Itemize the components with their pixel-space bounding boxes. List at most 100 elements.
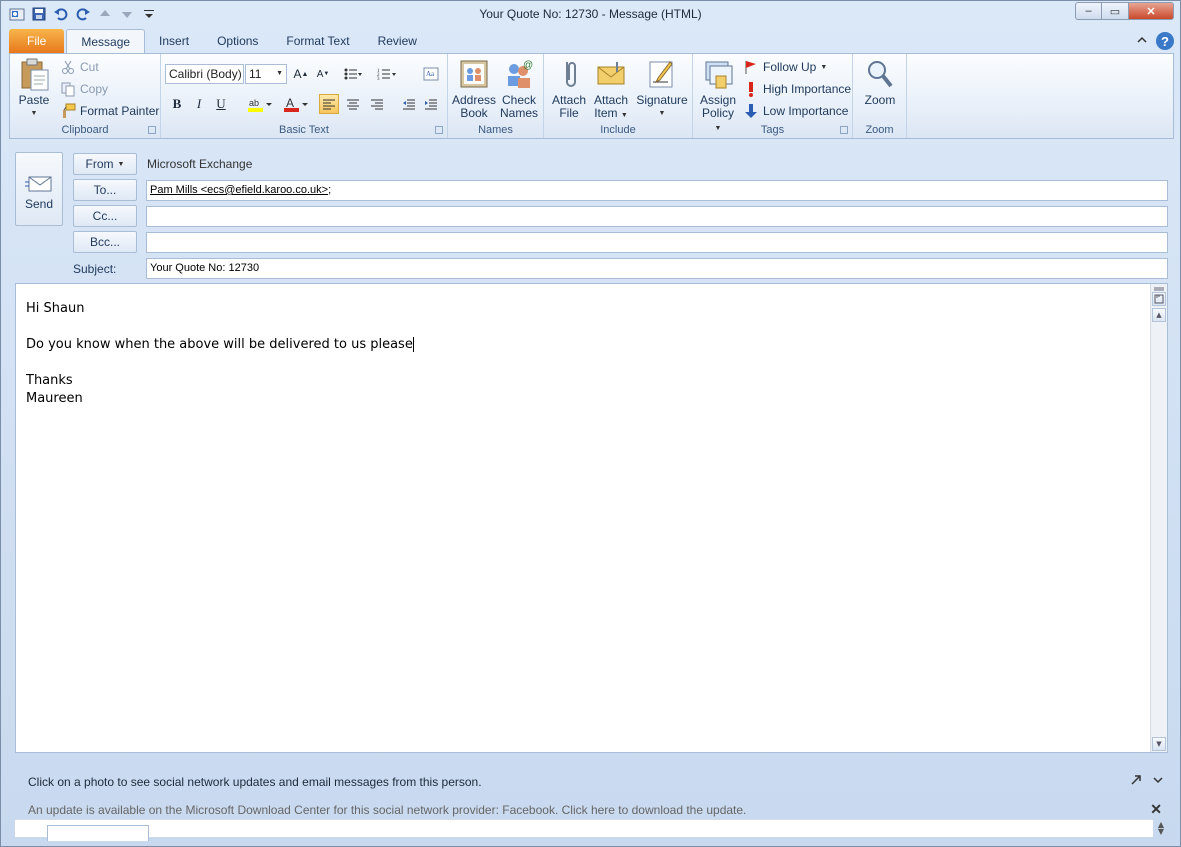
maximize-button[interactable]: ▭ — [1102, 2, 1129, 20]
format-painter-icon — [60, 103, 76, 119]
numbering-icon[interactable]: 123 — [377, 64, 397, 84]
clipboard-group: Paste ▼ Cut Copy Format Painter Clipboar… — [10, 54, 161, 138]
tab-format-text[interactable]: Format Text — [272, 29, 363, 53]
svg-text:A: A — [286, 96, 294, 110]
clipboard-group-label: Clipboard — [61, 124, 109, 136]
paste-label: Paste — [18, 93, 50, 107]
font-size-value: 11 — [249, 67, 262, 81]
zoom-button[interactable]: Zoom — [857, 58, 903, 107]
ribbon: Paste ▼ Cut Copy Format Painter Clipboar… — [9, 53, 1174, 139]
low-importance-icon — [743, 103, 759, 119]
include-group-label: Include — [600, 124, 636, 136]
body-text[interactable]: Hi Shaun Do you know when the above will… — [26, 300, 414, 408]
clipboard-launcher-icon[interactable] — [148, 126, 156, 134]
basic-text-group: Calibri (Body) 11 ▼ A ▲ A ▼ 123 Aa B I U a… — [161, 54, 448, 138]
ribbon-tabs: File Message Insert Options Format Text … — [9, 29, 431, 53]
collapse-pane-icon[interactable] — [1152, 774, 1164, 789]
underline-button[interactable]: U — [211, 94, 231, 114]
tags-group-label: Tags — [760, 124, 785, 136]
from-label: From — [85, 157, 114, 171]
send-button[interactable]: Send — [15, 152, 63, 226]
tab-review[interactable]: Review — [364, 29, 431, 53]
font-color-icon[interactable]: A — [281, 94, 311, 114]
people-pane-scroll-icon[interactable]: ▲ ▼ — [1158, 821, 1164, 836]
font-name-combo[interactable]: Calibri (Body) — [165, 64, 244, 84]
to-recipient[interactable]: Pam Mills <ecs@efield.karoo.co.uk> — [150, 184, 328, 196]
from-dropdown-icon: ▼ — [117, 160, 125, 168]
cut-label: Cut — [80, 60, 99, 74]
shrink-font-icon[interactable]: A ▼ — [313, 64, 333, 84]
scissors-icon — [60, 59, 76, 75]
align-right-button[interactable] — [367, 94, 387, 114]
tags-launcher-icon[interactable] — [840, 126, 848, 134]
cc-button[interactable]: Cc... — [73, 205, 137, 227]
svg-text:ab: ab — [249, 98, 259, 108]
zoom-group: Zoom Zoom — [853, 54, 907, 138]
italic-button[interactable]: I — [189, 94, 209, 114]
message-header: Send From ▼ Microsoft Exchange To... Pam… — [9, 141, 1174, 283]
zoom-group-label: Zoom — [865, 124, 894, 136]
signature-dropdown-icon: ▼ — [658, 110, 666, 117]
svg-text:Aa: Aa — [426, 70, 435, 78]
help-icon[interactable]: ? — [1156, 32, 1174, 50]
from-button[interactable]: From ▼ — [73, 153, 137, 175]
check-names-button[interactable]: @ Check Names — [498, 58, 540, 120]
signature-button[interactable]: Signature ▼ — [634, 58, 690, 120]
copy-button[interactable]: Copy — [60, 81, 108, 97]
attach-file-button[interactable]: Attach File — [548, 58, 590, 120]
high-importance-button[interactable]: High Importance — [743, 81, 851, 97]
tab-insert[interactable]: Insert — [145, 29, 203, 53]
to-button[interactable]: To... — [73, 179, 137, 201]
tab-file[interactable]: File — [9, 29, 65, 53]
format-painter-button[interactable]: Format Painter — [60, 103, 159, 119]
cut-button[interactable]: Cut — [60, 59, 99, 75]
attach-item-label-2: Item — [594, 106, 618, 120]
scroll-up-icon[interactable]: ▲ — [1152, 308, 1166, 322]
low-importance-label: Low Importance — [763, 104, 849, 118]
scroll-down-icon[interactable]: ▼ — [1152, 737, 1166, 751]
ruler-toggle-icon[interactable] — [1152, 292, 1166, 306]
follow-up-label: Follow Up — [763, 60, 817, 74]
dismiss-update-icon[interactable]: ✕ — [1150, 801, 1162, 818]
low-importance-button[interactable]: Low Importance — [743, 103, 848, 119]
window-title: Your Quote No: 12730 - Message (HTML) — [479, 7, 702, 21]
follow-up-dropdown-icon: ▼ — [820, 63, 828, 71]
close-button[interactable]: ✕ — [1129, 2, 1174, 20]
signature-icon — [646, 58, 678, 90]
decrease-indent-icon[interactable] — [399, 94, 419, 114]
people-pane-tab[interactable] — [47, 825, 149, 841]
update-notification[interactable]: An update is available on the Microsoft … — [28, 803, 746, 817]
highlight-color-icon[interactable]: ab — [245, 94, 275, 114]
cc-field[interactable] — [146, 206, 1168, 227]
align-left-button[interactable] — [319, 94, 339, 114]
follow-up-button[interactable]: Follow Up ▼ — [743, 59, 827, 75]
expand-pane-icon[interactable] — [1130, 774, 1142, 789]
attach-item-dropdown-icon: ▼ — [620, 112, 628, 119]
names-group-label: Names — [478, 124, 513, 136]
bullets-icon[interactable] — [343, 64, 363, 84]
styles-icon[interactable]: Aa — [421, 64, 441, 84]
message-body[interactable]: Hi Shaun Do you know when the above will… — [15, 283, 1168, 753]
basic-text-launcher-icon[interactable] — [435, 126, 443, 134]
address-book-icon — [458, 58, 490, 90]
address-book-label-2: Book — [460, 106, 488, 120]
minimize-button[interactable]: – — [1075, 2, 1102, 20]
paste-button[interactable]: Paste ▼ — [14, 58, 54, 120]
grow-font-icon[interactable]: A ▲ — [291, 64, 311, 84]
to-field[interactable]: Pam Mills <ecs@efield.karoo.co.uk>; — [146, 180, 1168, 201]
minimize-ribbon-icon[interactable] — [1136, 34, 1148, 49]
bcc-field[interactable] — [146, 232, 1168, 253]
body-scrollbar[interactable]: ▲ ▼ — [1150, 284, 1167, 752]
font-size-combo[interactable]: 11 ▼ — [245, 64, 287, 84]
tab-message[interactable]: Message — [66, 29, 146, 53]
increase-indent-icon[interactable] — [421, 94, 441, 114]
align-center-button[interactable] — [343, 94, 363, 114]
address-book-button[interactable]: Address Book — [452, 58, 496, 120]
tab-options[interactable]: Options — [203, 29, 272, 53]
attach-item-button[interactable]: Attach Item ▼ — [590, 58, 632, 122]
bold-button[interactable]: B — [167, 94, 187, 114]
subject-field[interactable]: Your Quote No: 12730 — [146, 258, 1168, 279]
svg-text:@: @ — [523, 60, 533, 71]
bcc-button[interactable]: Bcc... — [73, 231, 137, 253]
body-line-question: Do you know when the above will be deliv… — [26, 337, 413, 352]
